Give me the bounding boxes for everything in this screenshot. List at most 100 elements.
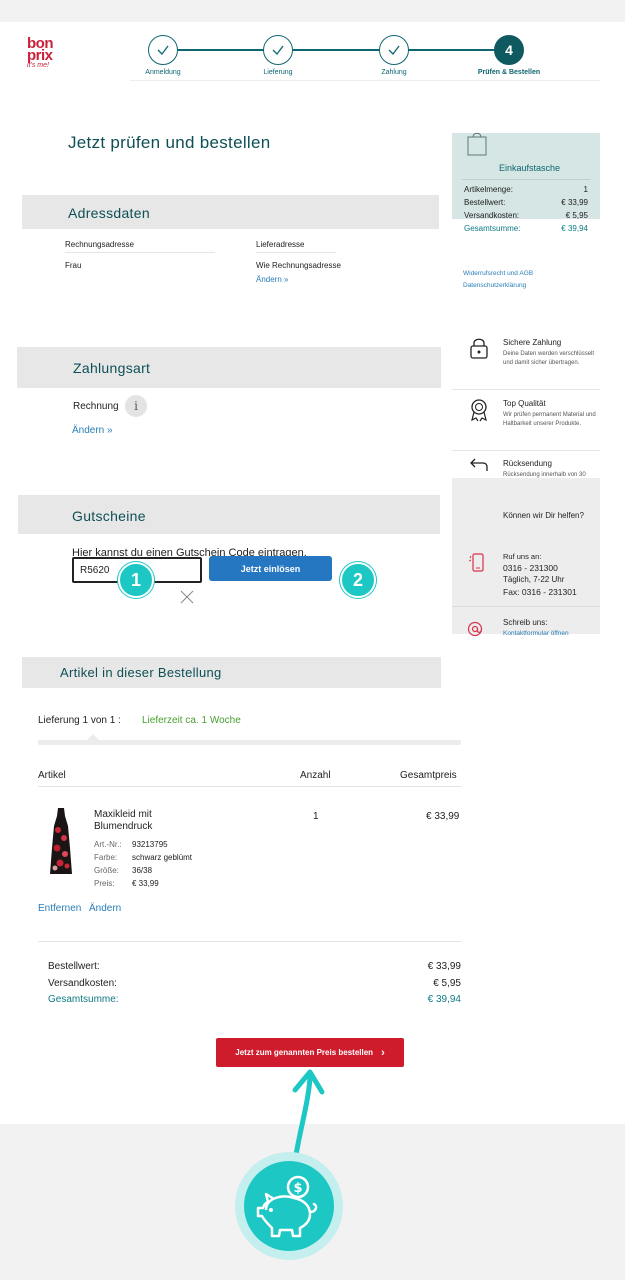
product-details: Art.-Nr.: 93213795 Farbe: schwarz geblümt … [94,838,192,890]
award-icon [471,399,487,422]
divider [452,606,600,607]
shopping-bag-icon [467,132,487,156]
color-value: schwarz geblümt [132,853,193,862]
step-2-check-icon[interactable] [263,35,293,65]
delivery-time: Lieferzeit ca. 1 Woche [142,715,241,726]
lock-icon [470,338,488,359]
info-icon[interactable]: i [125,395,147,417]
fax-number: Fax: 0316 - 231301 [503,587,577,597]
payment-method: Rechnung [73,401,119,412]
place-order-button[interactable]: Jetzt zum genannten Preis bestellen › [216,1038,404,1067]
product-total: € 33,99 [426,811,460,822]
call-number[interactable]: 0316 - 231300 [503,563,558,573]
progress-line [163,49,510,51]
write-label: Schreib uns: [503,618,548,627]
grand-total-label: Gesamtsumme: [48,994,119,1005]
grand-total-value: € 39,94 [427,994,461,1005]
cart-title: Einkaufstasche [499,163,561,173]
help-title: Können wir Dir helfen? [503,511,584,520]
call-label: Ruf uns an: [503,552,542,561]
price-value: € 33,99 [132,879,159,888]
product-image[interactable] [48,808,74,881]
cart-row-order-value: Bestellwert: € 33,99 [464,198,588,207]
address-change-link[interactable]: Ändern » [256,275,288,284]
delivery-address-label: Lieferadresse [256,240,305,249]
cart-row-value: € 33,99 [561,198,588,207]
clear-input-icon[interactable] [180,590,194,609]
remove-item-link[interactable]: Entfernen [38,903,81,914]
header-divider [130,80,600,81]
trust-quality: Top Qualität Wir prüfen permanent Materi… [452,395,600,451]
billing-address-value: Frau [65,261,82,270]
product-name-line1: Maxikleid mit [94,809,152,820]
billing-address-label: Rechnungsadresse [65,240,134,249]
divider [462,179,590,180]
order-totals: Bestellwert: € 33,99 Versandkosten: € 5,95… [48,959,461,1009]
call-hours: Täglich, 7-22 Uhr [503,575,565,584]
coupon-input-value: R5620 [80,565,110,576]
step-label-anmeldung[interactable]: Anmeldung [113,69,213,76]
piggy-bank-icon: $ [256,1175,318,1238]
trust-title: Top Qualität [503,399,546,408]
payment-section-title: Zahlungsart [73,360,151,376]
product-quantity: 1 [313,811,319,822]
marker-2: 2 [340,562,376,598]
divider [256,252,336,253]
payment-change-link[interactable]: Ändern » [72,425,113,436]
cart-row-total: Gesamtsumme: € 39,94 [464,224,588,233]
step-label-lieferung[interactable]: Lieferung [228,69,328,76]
price-label: Preis: [94,879,115,888]
redeem-coupon-button[interactable]: Jetzt einlösen [209,556,332,581]
cart-summary: Einkaufstasche Artikelmenge: 1 Bestellwer… [452,132,600,220]
product-name-line2: Blumendruck [94,821,153,832]
order-value-label: Bestellwert: [48,961,100,972]
col-total: Gesamtpreis [400,770,457,781]
step-label-pruefen: Prüfen & Bestellen [477,69,541,76]
address-section-title: Adressdaten [68,205,150,221]
marker-1: 1 [118,562,154,598]
trust-secure-payment: Sichere Zahlung Deine Daten werden versc… [452,334,600,390]
svg-text:$: $ [293,1181,302,1196]
divider [65,252,215,253]
cart-row-value: 1 [583,185,588,194]
delivery-address-value: Wie Rechnungsadresse [256,261,341,270]
bonprix-logo[interactable]: bon prix it's me! [27,36,63,70]
product-name[interactable]: Maxikleid mit Blumendruck [94,809,152,833]
cart-row-shipping: Versandkosten: € 5,95 [464,211,588,220]
articles-section-title: Artikel in dieser Bestellung [60,665,222,680]
trust-title: Sichere Zahlung [503,338,562,347]
trust-text: Wir prüfen permanent Material und Haltba… [503,412,596,427]
size-value: 36/38 [132,866,153,875]
cart-row-label: Artikelmenge: [464,185,513,194]
divider [38,786,461,787]
cart-row-label: Versandkosten: [464,211,520,220]
shipping-value: € 5,95 [433,977,461,989]
delivery-tab-pointer [87,734,99,740]
cart-row-label: Bestellwert: [464,198,506,207]
col-article: Artikel [38,770,66,781]
order-value: € 33,99 [427,961,461,972]
logo-tagline: it's me! [27,62,49,69]
delivery-tab-bar [38,740,461,745]
shipping-label: Versandkosten: [48,977,117,989]
cart-row-label: Gesamtsumme: [464,224,521,233]
artnr-label: Art.-Nr.: [94,840,122,849]
artnr-value: 93213795 [132,840,168,849]
change-item-link[interactable]: Ändern [89,903,121,914]
phone-icon [469,553,484,572]
privacy-link[interactable]: Datenschutzerklärung [463,282,526,289]
step-1-check-icon[interactable] [148,35,178,65]
divider [38,941,461,942]
cart-row-quantity: Artikelmenge: 1 [464,185,588,194]
step-4-number: 4 [494,35,524,65]
withdrawal-terms-link[interactable]: Widerrufsrecht und AGB [463,270,533,277]
step-3-check-icon[interactable] [379,35,409,65]
contact-form-link[interactable]: Kontaktformular öffnen [503,630,569,637]
step-label-zahlung[interactable]: Zahlung [344,69,444,76]
col-quantity: Anzahl [300,770,331,781]
coupon-section-title: Gutscheine [72,508,146,524]
size-label: Größe: [94,866,119,875]
page-title: Jetzt prüfen und bestellen [68,133,271,152]
help-box: Können wir Dir helfen? Ruf uns an: 0316 … [452,478,600,637]
trust-title: Rücksendung [503,459,552,468]
